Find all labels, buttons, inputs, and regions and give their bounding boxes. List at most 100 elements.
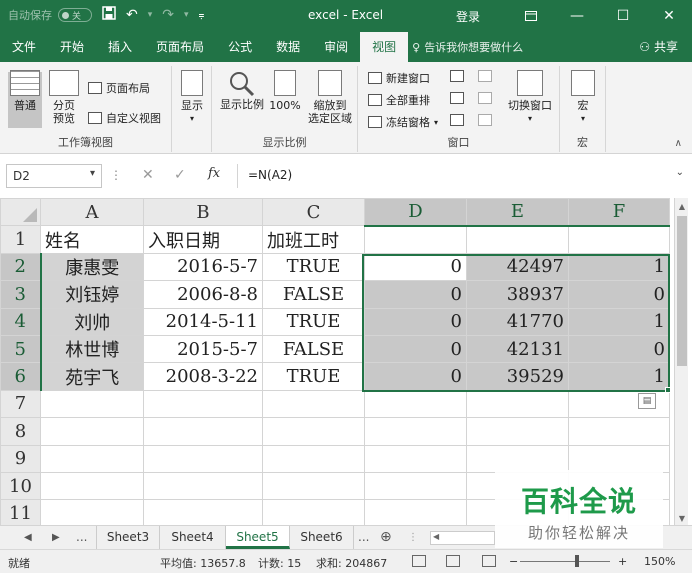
sheet-tab-sheet4[interactable]: Sheet4 — [160, 526, 226, 549]
name-box-dropdown-icon[interactable]: ▾ — [90, 168, 95, 179]
cell-c4[interactable]: TRUE — [262, 307, 365, 336]
save-icon[interactable] — [102, 6, 116, 24]
cell-a3[interactable]: 刘钰婷 — [40, 280, 144, 309]
cell-d3[interactable]: 0 — [364, 280, 467, 309]
cell-d10[interactable] — [364, 471, 467, 501]
horizontal-scrollbar[interactable]: ◀ — [430, 531, 495, 545]
page-layout-status-icon[interactable] — [446, 555, 460, 567]
macros-button[interactable]: 宏 ▾ — [568, 70, 598, 125]
normal-view-status-icon[interactable] — [412, 555, 426, 567]
hide-button[interactable] — [450, 92, 464, 104]
cell-f1[interactable] — [568, 225, 670, 254]
autosave-toggle[interactable]: 关 — [58, 8, 92, 22]
column-header-b[interactable]: B — [143, 197, 263, 227]
reset-window-button[interactable] — [478, 114, 492, 126]
cell-b11[interactable] — [143, 499, 263, 528]
split-button[interactable] — [450, 70, 464, 82]
cell-c1[interactable]: 加班工时 — [262, 225, 365, 254]
tab-page-layout[interactable]: 页面布局 — [144, 32, 216, 62]
cell-f5[interactable]: 0 — [568, 334, 670, 364]
cell-d2[interactable]: 0 — [364, 252, 467, 282]
cell-b3[interactable]: 2006-8-8 — [143, 280, 263, 309]
page-layout-view-button[interactable]: 页面布局 — [88, 80, 150, 96]
cell-a6[interactable]: 苑宇飞 — [40, 362, 144, 391]
more-sheets-left[interactable]: ... — [76, 526, 87, 549]
enter-icon[interactable]: ✓ — [174, 167, 186, 183]
view-side-by-side-button[interactable] — [478, 70, 492, 82]
sheet-tab-sheet6[interactable]: Sheet6 — [290, 526, 354, 549]
page-break-preview-button[interactable]: 分页 预览 — [48, 70, 80, 125]
zoom-in-icon[interactable]: + — [618, 555, 627, 568]
cell-b2[interactable]: 2016-5-7 — [143, 252, 263, 282]
sync-scroll-button[interactable] — [478, 92, 492, 104]
collapse-ribbon-icon[interactable]: ∧ — [675, 138, 682, 149]
cell-a4[interactable]: 刘帅 — [40, 307, 144, 336]
cell-e8[interactable] — [466, 417, 569, 446]
cell-e1[interactable] — [466, 225, 569, 254]
cell-e3[interactable]: 38937 — [466, 280, 569, 309]
fill-handle[interactable] — [665, 387, 671, 393]
cell-c9[interactable] — [262, 444, 365, 473]
cell-d7[interactable] — [364, 389, 467, 419]
insert-function-icon[interactable]: fx — [208, 166, 220, 181]
cell-e5[interactable]: 42131 — [466, 334, 569, 364]
name-box[interactable]: D2 ▾ — [6, 164, 102, 188]
vertical-scrollbar[interactable]: ▲ ▼ — [674, 198, 688, 528]
zoom-100-button[interactable]: 100% — [269, 70, 301, 112]
cell-a7[interactable] — [40, 389, 144, 419]
normal-view-button[interactable]: 普通 — [10, 70, 40, 112]
next-sheet-icon[interactable]: ▶ — [52, 526, 60, 549]
row-header-6[interactable]: 6 — [0, 362, 42, 391]
more-sheets-right[interactable]: ... — [358, 526, 369, 549]
column-header-c[interactable]: C — [262, 197, 365, 227]
row-header-2[interactable]: 2 — [0, 252, 42, 282]
cell-a8[interactable] — [40, 417, 144, 446]
cancel-icon[interactable]: ✕ — [142, 167, 154, 183]
row-header-11[interactable]: 11 — [0, 499, 41, 528]
close-icon[interactable]: ✕ — [646, 0, 692, 32]
column-header-a[interactable]: A — [40, 197, 144, 227]
freeze-panes-button[interactable]: 冻结窗格 ▾ — [368, 114, 438, 130]
show-button[interactable]: 显示 ▾ — [178, 70, 206, 125]
cell-a2[interactable]: 康惠雯 — [40, 252, 144, 282]
tell-me-box[interactable]: ♀ 告诉我你想要做什么 — [412, 39, 523, 55]
column-header-f[interactable]: F — [568, 197, 670, 227]
zoom-to-selection-button[interactable]: 缩放到 选定区域 — [306, 70, 354, 125]
cell-e7[interactable] — [466, 389, 569, 419]
quick-analysis-icon[interactable]: ▤ — [638, 393, 656, 409]
expand-formula-icon[interactable]: ⌄ — [676, 167, 684, 178]
prev-sheet-icon[interactable]: ◀ — [24, 526, 32, 549]
cell-f6[interactable]: 1 — [568, 362, 670, 391]
cell-e6[interactable]: 39529 — [466, 362, 569, 391]
cell-c6[interactable]: TRUE — [262, 362, 365, 391]
row-header-10[interactable]: 10 — [0, 471, 41, 501]
cell-f3[interactable]: 0 — [568, 280, 670, 309]
zoom-out-icon[interactable]: − — [509, 555, 518, 568]
sheet-tab-sheet3[interactable]: Sheet3 — [96, 526, 160, 549]
cell-b4[interactable]: 2014-5-11 — [143, 307, 263, 336]
tab-split-grip[interactable]: ⋮ — [408, 526, 418, 549]
row-header-4[interactable]: 4 — [0, 307, 42, 336]
minimize-icon[interactable]: — — [554, 0, 600, 32]
cell-b6[interactable]: 2008-3-22 — [143, 362, 263, 391]
cell-f9[interactable] — [568, 444, 670, 473]
cell-c8[interactable] — [262, 417, 365, 446]
cell-a10[interactable] — [40, 471, 144, 501]
redo-dropdown-icon[interactable]: ▾ — [184, 10, 189, 20]
cell-f8[interactable] — [568, 417, 670, 446]
select-all-corner[interactable] — [0, 197, 41, 227]
cell-b8[interactable] — [143, 417, 263, 446]
column-header-d[interactable]: D — [364, 197, 467, 227]
cell-e2[interactable]: 42497 — [466, 252, 569, 282]
zoom-level[interactable]: 150% — [644, 555, 675, 568]
formula-input[interactable]: =N(A2) ⌄ — [237, 164, 686, 188]
cell-c11[interactable] — [262, 499, 365, 528]
cell-b9[interactable] — [143, 444, 263, 473]
cell-d1[interactable] — [364, 225, 467, 254]
scroll-thumb[interactable] — [677, 216, 687, 366]
arrange-all-button[interactable]: 全部重排 — [368, 92, 430, 108]
row-header-7[interactable]: 7 — [0, 389, 41, 419]
scroll-left-icon[interactable]: ◀ — [433, 532, 439, 541]
tab-data[interactable]: 数据 — [264, 32, 312, 62]
row-header-5[interactable]: 5 — [0, 334, 42, 364]
